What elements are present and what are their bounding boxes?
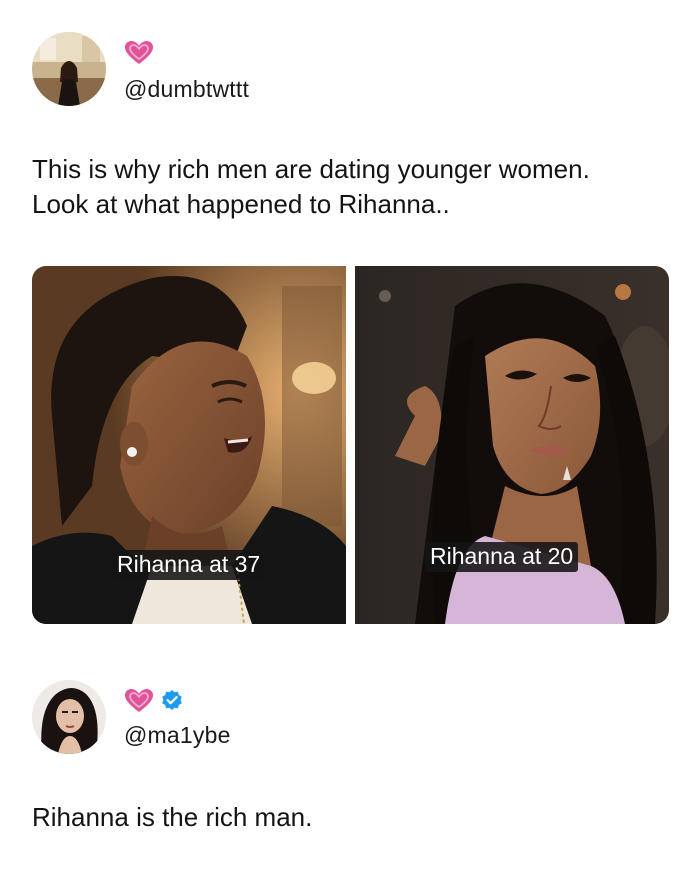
handle-ma1ybe[interactable]: @ma1ybe [124, 722, 231, 749]
caption-right: Rihanna at 20 [425, 542, 579, 572]
post-text: Rihanna is the rich man. [32, 800, 312, 835]
pink-heart-icon [125, 41, 153, 64]
verified-badge-icon[interactable] [160, 689, 184, 713]
handle-dumbtwttt[interactable]: @dumbtwttt [124, 76, 249, 103]
avatar-image [32, 32, 106, 106]
caption-left: Rihanna at 37 [112, 550, 266, 580]
post-text-line-2: Look at what happened to Rihanna.. [32, 189, 450, 219]
post-text: This is why rich men are dating younger … [32, 152, 590, 222]
photo-left[interactable]: Rihanna at 37 [32, 266, 346, 624]
avatar-ma1ybe[interactable] [32, 680, 106, 754]
post-text-line-1: Rihanna is the rich man. [32, 802, 313, 832]
avatar-image [32, 680, 106, 754]
pink-heart-icon [125, 689, 153, 712]
photo-right[interactable]: Rihanna at 20 [355, 266, 669, 624]
avatar-dumbtwttt[interactable] [32, 32, 106, 106]
post-text-line-1: This is why rich men are dating younger … [32, 154, 590, 184]
